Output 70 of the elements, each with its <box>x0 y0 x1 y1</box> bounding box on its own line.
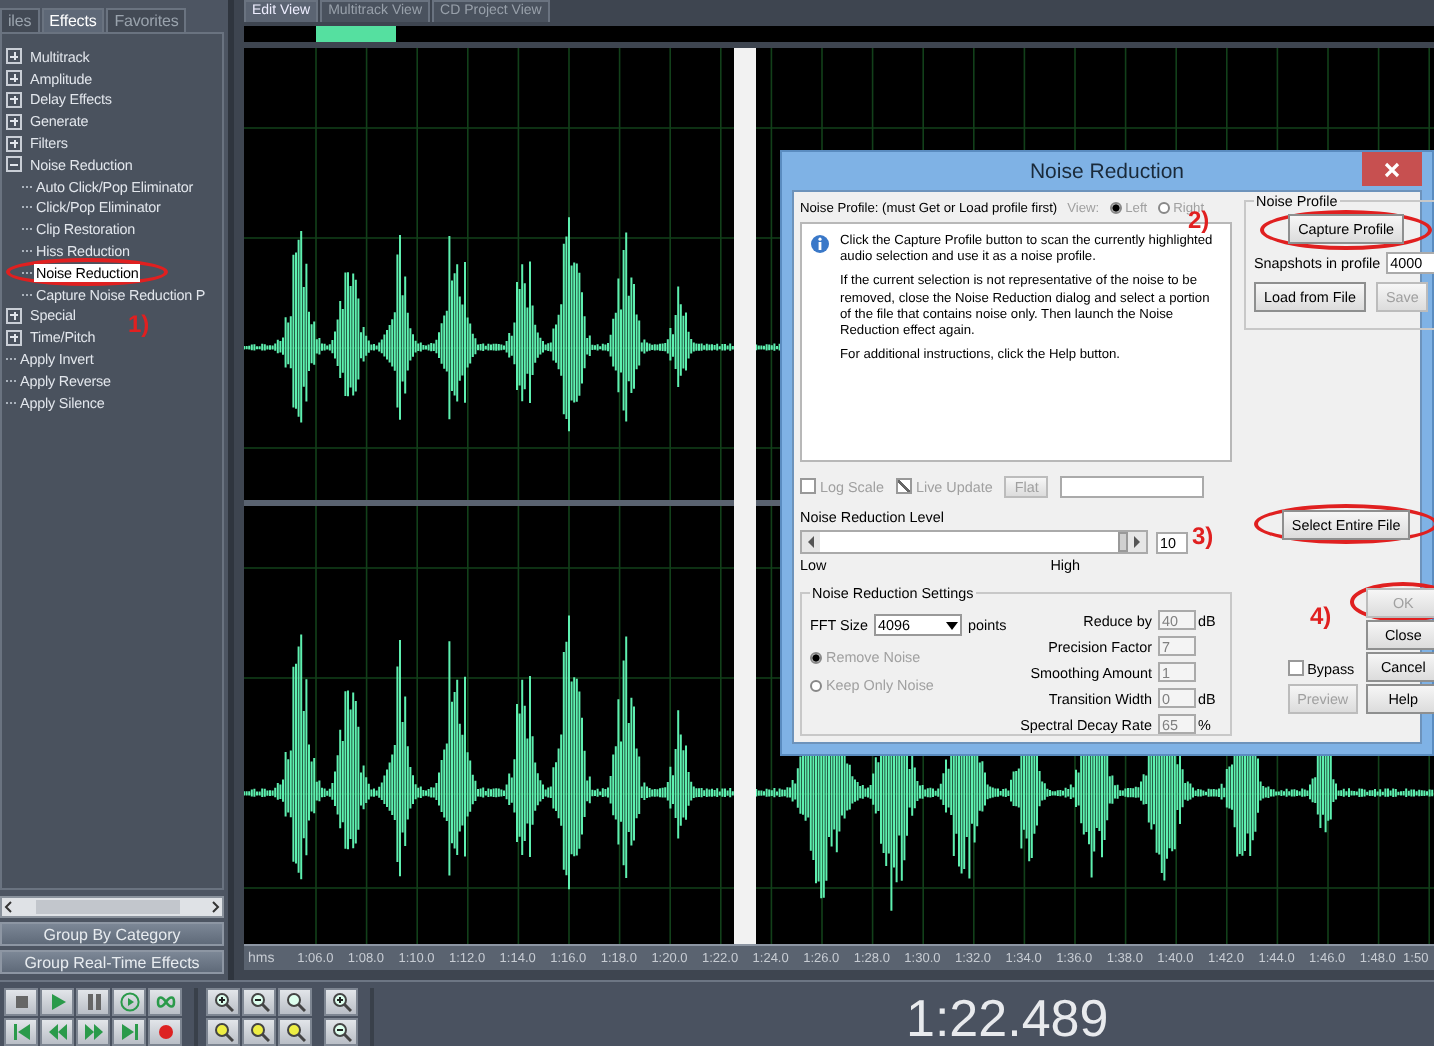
play-to-end-button[interactable] <box>112 988 146 1016</box>
zoom-in-button[interactable] <box>206 988 240 1016</box>
tree-connector <box>6 358 16 361</box>
stop-button[interactable] <box>4 988 38 1016</box>
tree-connector <box>22 250 32 253</box>
loop-button[interactable] <box>148 988 182 1016</box>
fast-forward-button[interactable] <box>76 1018 110 1046</box>
expander-icon[interactable] <box>6 307 22 324</box>
group-button[interactable]: Group By Category <box>0 922 224 946</box>
record-button[interactable] <box>148 1018 182 1046</box>
horizontal-scrollbar[interactable] <box>0 896 224 918</box>
panel-tab[interactable]: iles <box>0 8 40 32</box>
expander-icon[interactable] <box>6 48 22 65</box>
zoom-right-button[interactable] <box>242 1018 276 1046</box>
zoom-out-icon <box>331 1022 351 1042</box>
skip-back-icon <box>11 1022 31 1042</box>
expander-icon[interactable] <box>6 113 22 130</box>
tree-connector <box>22 271 32 274</box>
noise-level-slider[interactable] <box>800 530 1148 554</box>
zoom-left-button[interactable] <box>206 1018 240 1046</box>
step-label: 3) <box>1192 524 1214 548</box>
arrow-left-icon <box>806 536 816 548</box>
fast-forward-icon <box>83 1022 103 1042</box>
vertical-zoom-out-button[interactable] <box>324 1018 358 1046</box>
play-icon <box>47 992 67 1012</box>
panel-tab[interactable]: Effects <box>41 8 105 32</box>
caret-down-icon <box>946 621 959 629</box>
step-label: 1) <box>128 312 150 336</box>
expander-icon[interactable] <box>6 156 22 173</box>
close-icon <box>1384 161 1400 177</box>
record-icon <box>155 1022 175 1042</box>
zoom-icon <box>213 1022 233 1042</box>
arrow-right-icon <box>1132 536 1142 548</box>
vertical-zoom-in-button[interactable] <box>324 988 358 1016</box>
tree-connector <box>6 379 16 382</box>
expander-icon[interactable] <box>6 329 22 346</box>
pause-icon <box>83 992 103 1012</box>
zoom-full-button[interactable] <box>278 988 312 1016</box>
zoom-icon <box>285 1022 305 1042</box>
time-display: 1:22.489 <box>906 988 1109 1046</box>
overview-bar[interactable] <box>244 26 1434 42</box>
go-to-start-button[interactable] <box>4 1018 38 1046</box>
dialog-title: Noise Reduction <box>1029 159 1185 183</box>
close-button[interactable] <box>1362 152 1422 186</box>
info-icon <box>810 234 830 254</box>
group-button[interactable]: Group Real-Time Effects <box>0 950 224 974</box>
zoom-out-button[interactable] <box>242 988 276 1016</box>
go-to-end-button[interactable] <box>112 1018 146 1046</box>
zoom-in-icon <box>331 992 351 1012</box>
expander-icon[interactable] <box>6 70 22 87</box>
zoom-out-icon <box>249 992 269 1012</box>
slider-thumb[interactable] <box>1118 532 1128 552</box>
stop-icon <box>11 992 31 1012</box>
zoom-icon <box>249 1022 269 1042</box>
pause-button[interactable] <box>76 988 110 1016</box>
panel-tab[interactable]: Favorites <box>106 8 187 32</box>
expander-icon[interactable] <box>6 135 22 152</box>
rewind-icon <box>47 1022 67 1042</box>
play-button[interactable] <box>40 988 74 1016</box>
chevron-left-icon <box>2 900 16 914</box>
chevron-right-icon <box>208 900 222 914</box>
zoom-selection-button[interactable] <box>278 1018 312 1046</box>
zoom-icon <box>285 992 305 1012</box>
circled-play-icon <box>119 992 139 1012</box>
rewind-button[interactable] <box>40 1018 74 1046</box>
infinity-icon <box>155 992 175 1012</box>
skip-forward-icon <box>119 1022 139 1042</box>
zoom-in-icon <box>213 992 233 1012</box>
expander-icon[interactable] <box>6 91 22 108</box>
step-label: 4) <box>1310 604 1332 628</box>
